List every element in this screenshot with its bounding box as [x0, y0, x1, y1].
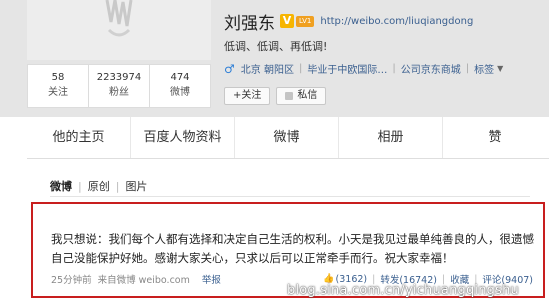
profile-header: 58 关注 2233974 粉丝 474 微博 刘强东 V LV1 http:/… — [0, 0, 549, 117]
watermark: blog.sina.com.cn/yichuangqingshu — [287, 283, 519, 298]
profile-info-row: ♂ 北京 朝阳区 | 毕业于中欧国际… | 公司京东商城 | 标签 ▼ — [224, 61, 503, 77]
follow-button[interactable]: +关注 — [224, 87, 271, 105]
stat-posts-count: 474 — [170, 72, 190, 83]
avatar[interactable] — [27, 0, 211, 60]
post-meta: 25分钟前 来自微博 weibo.com 举报 — [51, 272, 221, 286]
report-link[interactable]: 举报 — [202, 272, 221, 286]
tab-home[interactable]: 他的主页 — [27, 117, 131, 158]
level-badge[interactable]: LV1 — [296, 15, 315, 27]
stat-followers-count: 2233974 — [96, 72, 142, 83]
profile-actions: +关注 私信 — [224, 87, 332, 105]
stat-following-label: 关注 — [48, 87, 68, 98]
stat-posts-label: 微博 — [170, 87, 190, 98]
post-time[interactable]: 25分钟前 — [51, 272, 92, 286]
verified-badge-icon[interactable]: V — [280, 14, 294, 28]
profile-stats: 58 关注 2233974 粉丝 474 微博 — [27, 64, 211, 108]
avatar-image — [67, 0, 167, 60]
info-divider: | — [392, 63, 396, 74]
profile-bio: 低调、低调、再低调! — [224, 40, 328, 53]
stat-posts[interactable]: 474 微博 — [150, 65, 210, 107]
stat-following[interactable]: 58 关注 — [28, 65, 89, 107]
filter-original[interactable]: 原创 — [88, 178, 110, 194]
tab-weibo[interactable]: 微博 — [235, 117, 339, 158]
company-link[interactable]: 公司京东商城 — [401, 61, 461, 76]
stat-following-count: 58 — [51, 72, 65, 83]
post-text: 我只想说：我们每个人都有选择和决定自己生活的权利。小天是我见过最单纯善良的人，很… — [51, 232, 534, 265]
tags-link[interactable]: 标签 — [474, 61, 494, 76]
profile-name: 刘强东 — [224, 13, 275, 34]
message-button[interactable]: 私信 — [276, 87, 327, 105]
chevron-down-icon[interactable]: ▼ — [497, 64, 503, 73]
tab-baidu-profile[interactable]: 百度人物资料 — [131, 117, 235, 158]
message-icon — [285, 92, 294, 100]
info-divider: | — [298, 63, 303, 74]
info-divider: | — [465, 63, 470, 74]
male-icon: ♂ — [224, 61, 235, 76]
stat-followers[interactable]: 2233974 粉丝 — [89, 65, 150, 107]
feed-filter: 微博 | 原创 | 图片 — [50, 178, 147, 194]
message-button-label: 私信 — [297, 90, 318, 101]
filter-divider: | — [78, 179, 82, 193]
profile-tabs: 他的主页 百度人物资料 微博 相册 赞 — [27, 117, 549, 159]
tab-album[interactable]: 相册 — [339, 117, 443, 158]
filter-all[interactable]: 微博 — [50, 178, 72, 194]
follow-button-label: +关注 — [233, 90, 262, 101]
filter-divider: | — [115, 179, 120, 193]
profile-url-link[interactable]: http://weibo.com/liuqiangdong — [320, 16, 473, 27]
name-row: 刘强东 V LV1 http://weibo.com/liuqiangdong — [224, 10, 473, 34]
filter-images[interactable]: 图片 — [125, 178, 147, 194]
school-link[interactable]: 毕业于中欧国际… — [307, 61, 387, 76]
tab-likes[interactable]: 赞 — [443, 117, 547, 158]
divider — [50, 196, 530, 197]
location-link[interactable]: 北京 朝阳区 — [241, 61, 294, 76]
stat-followers-label: 粉丝 — [109, 87, 129, 98]
post-source[interactable]: 来自微博 weibo.com — [98, 272, 190, 286]
